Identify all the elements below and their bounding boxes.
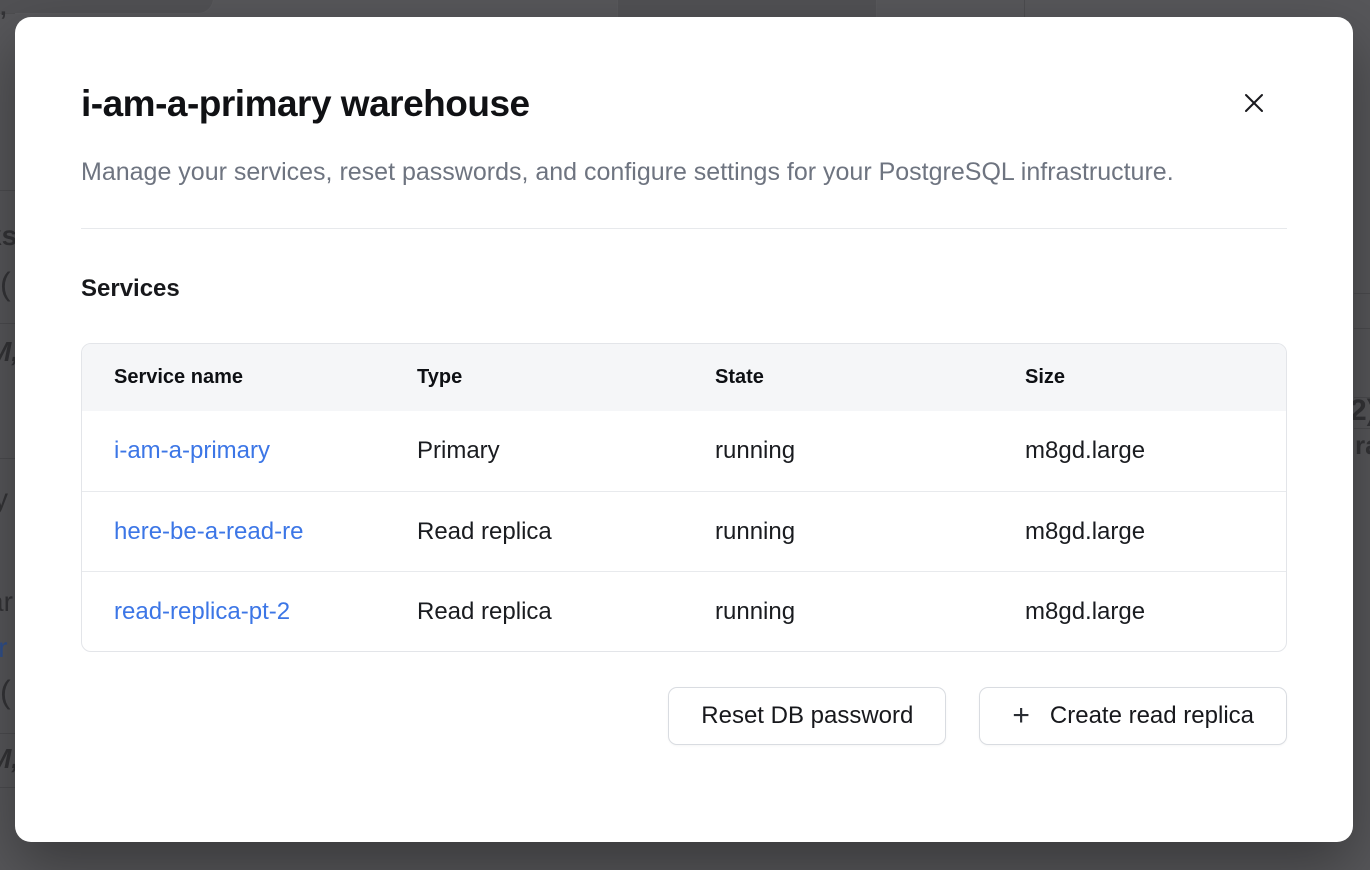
service-size: m8gd.large: [993, 518, 1286, 546]
table-row: here-be-a-read-re Read replica running m…: [82, 491, 1286, 571]
background-text-fragment: ,: [0, 0, 7, 20]
background-divider: [0, 733, 15, 734]
table-header-row: Service name Type State Size: [82, 344, 1286, 411]
service-size: m8gd.large: [993, 437, 1286, 465]
background-divider: [0, 190, 15, 191]
table-row: read-replica-pt-2 Read replica running m…: [82, 571, 1286, 651]
background-divider: [1354, 328, 1370, 329]
warehouse-dialog: i-am-a-primary warehouse Manage your ser…: [15, 17, 1353, 842]
dialog-description: Manage your services, reset passwords, a…: [81, 151, 1231, 194]
dialog-title: i-am-a-primary warehouse: [81, 83, 1287, 125]
background-divider: [1354, 428, 1370, 429]
divider: [81, 228, 1287, 229]
service-type: Primary: [385, 437, 683, 465]
column-header-type: Type: [385, 366, 683, 389]
plus-icon: +: [1012, 701, 1030, 731]
close-button[interactable]: [1239, 89, 1269, 119]
background-divider: [0, 458, 15, 459]
service-type: Read replica: [385, 598, 683, 626]
service-name-link[interactable]: here-be-a-read-re: [114, 518, 303, 545]
services-heading: Services: [81, 275, 1287, 303]
column-header-state: State: [683, 366, 993, 389]
service-name-link[interactable]: read-replica-pt-2: [114, 598, 290, 625]
background-text-fragment: ar: [0, 588, 13, 616]
background-link-fragment: ir: [0, 634, 8, 662]
service-type: Read replica: [385, 518, 683, 546]
background-divider: [0, 787, 15, 788]
background-text-fragment: (: [0, 676, 11, 708]
close-icon: [1242, 91, 1266, 118]
background-divider: [1354, 293, 1370, 294]
background-text-fragment: ra: [1355, 432, 1370, 458]
service-state: running: [683, 598, 993, 626]
service-state: running: [683, 437, 993, 465]
background-text-fragment: (: [0, 268, 11, 300]
column-header-service-name: Service name: [82, 366, 385, 389]
services-table: Service name Type State Size i-am-a-prim…: [81, 343, 1287, 652]
background-divider: [0, 323, 15, 324]
dialog-actions: Reset DB password + Create read replica: [81, 687, 1287, 745]
service-name-link[interactable]: i-am-a-primary: [114, 437, 270, 464]
create-read-replica-label: Create read replica: [1050, 702, 1254, 730]
reset-db-password-label: Reset DB password: [701, 702, 913, 730]
service-state: running: [683, 518, 993, 546]
screen: { "modal": { "title": "i-am-a-primary wa…: [0, 0, 1370, 870]
create-read-replica-button[interactable]: + Create read replica: [979, 687, 1287, 745]
column-header-size: Size: [993, 366, 1286, 389]
background-button-shape: [0, 0, 214, 14]
reset-db-password-button[interactable]: Reset DB password: [668, 687, 946, 745]
service-size: m8gd.large: [993, 598, 1286, 626]
background-text-fragment: 2): [1350, 396, 1370, 426]
background-text-fragment: y: [0, 485, 8, 513]
table-row: i-am-a-primary Primary running m8gd.larg…: [82, 411, 1286, 491]
